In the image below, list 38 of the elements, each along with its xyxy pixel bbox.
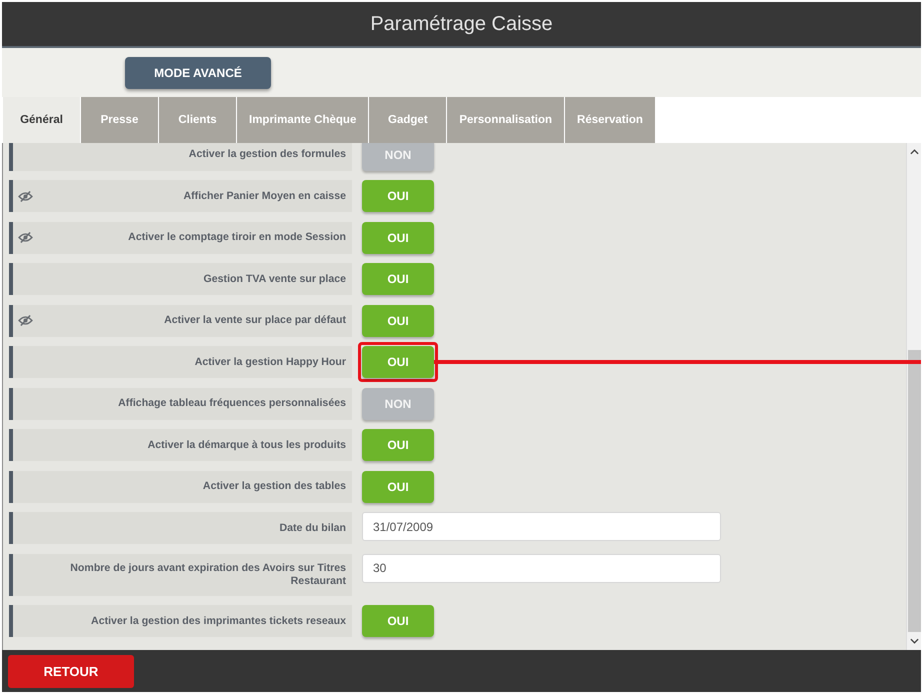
setting-label: Affichage tableau fréquences personnalisées <box>117 397 346 410</box>
scrollbar-thumb[interactable] <box>908 350 920 632</box>
setting-label: Gestion TVA vente sur place <box>202 272 346 286</box>
toggle-button[interactable]: OUI <box>362 346 434 378</box>
tab[interactable]: Imprimante Chèque <box>237 97 368 143</box>
setting-label: Activer la gestion des formules <box>188 148 346 161</box>
window-title: Paramétrage Caisse <box>370 12 553 36</box>
tab[interactable]: Presse <box>81 97 158 143</box>
setting-label: Activer la démarque à tous les produits <box>146 438 346 452</box>
input-field[interactable]: 31/07/2009 <box>362 512 721 541</box>
tab[interactable]: Clients <box>159 97 236 143</box>
toggle-button[interactable]: OUI <box>362 605 434 637</box>
setting-label: Activer la gestion Happy Hour <box>194 356 346 368</box>
tab[interactable]: Personnalisation <box>447 97 564 143</box>
scrollbar-track[interactable] <box>906 143 921 650</box>
toggle-button[interactable]: OUI <box>362 470 434 502</box>
setting-label: Activer la gestion des tables <box>202 480 346 493</box>
scroll-down-icon[interactable] <box>910 638 918 644</box>
setting-label: Activer la gestion des imprimantes tickets reseaux <box>90 614 346 628</box>
mode-button[interactable]: MODE AVANCÉ <box>125 57 271 89</box>
setting-label: Activer la vente sur place par défaut <box>163 314 346 327</box>
tab[interactable]: Réservation <box>565 97 655 143</box>
toggle-button[interactable]: OUI <box>362 180 434 212</box>
toggle-button[interactable]: OUI <box>362 222 434 254</box>
setting-label: Activer le comptage tiroir en mode Session <box>127 231 346 244</box>
back-button[interactable]: RETOUR <box>8 654 134 688</box>
toggle-button[interactable]: OUI <box>362 263 434 295</box>
toggle-button[interactable]: OUI <box>362 304 434 336</box>
input-field[interactable]: 30 <box>362 554 721 582</box>
toggle-button[interactable]: OUI <box>362 429 434 461</box>
setting-label: Nombre de jours avant expiration des Avoirs sur Titres Restaurant <box>69 562 346 588</box>
toggle-button[interactable]: NON <box>362 143 434 170</box>
toggle-button[interactable]: NON <box>362 388 434 420</box>
setting-label: Afficher Panier Moyen en caisse <box>182 190 346 202</box>
setting-label: Date du bilan <box>278 522 346 534</box>
tab[interactable]: Général <box>3 97 80 143</box>
tab[interactable]: Gadget <box>369 97 446 143</box>
scroll-up-icon[interactable] <box>910 149 918 155</box>
